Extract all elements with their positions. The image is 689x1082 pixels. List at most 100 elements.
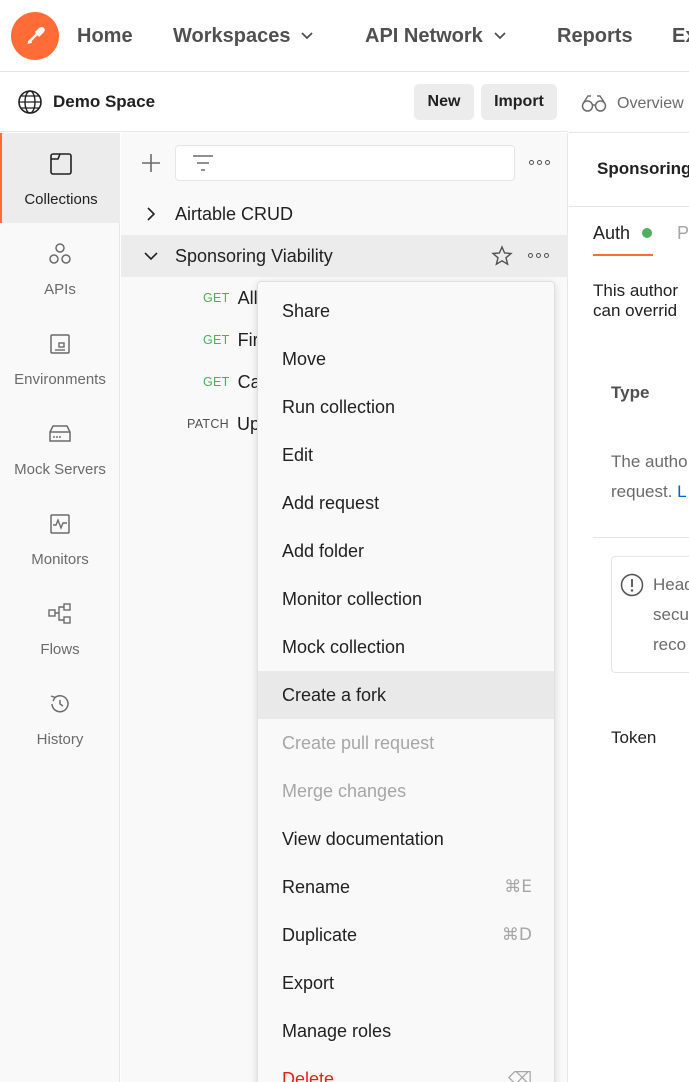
filter-icon: [192, 154, 214, 177]
menu-item-label: Create a fork: [282, 684, 387, 705]
menu-item-mock-collection[interactable]: Mock collection: [258, 623, 554, 671]
menu-item-add-folder[interactable]: Add folder: [258, 527, 554, 575]
star-icon[interactable]: [491, 245, 513, 272]
shortcut-hint: ⌫: [507, 1069, 532, 1082]
left-sidebar: Collections APIs Environments Mock Serve…: [0, 133, 120, 1082]
collection-row-sponsoring-viability[interactable]: Sponsoring Viability: [121, 235, 568, 277]
sidebar-item-label: Environments: [14, 371, 106, 388]
sidebar-item-flows[interactable]: Flows: [0, 583, 120, 673]
add-collection-icon[interactable]: [140, 152, 162, 179]
sidebar-item-monitors[interactable]: Monitors: [0, 493, 120, 583]
sidebar-item-label: Monitors: [31, 551, 89, 568]
nav-api-network[interactable]: API Network: [365, 22, 507, 50]
tab-overview[interactable]: Overview: [569, 72, 689, 133]
nav-api-network-label: API Network: [365, 24, 483, 47]
nav-workspaces-label: Workspaces: [173, 24, 291, 47]
workspace-name: Demo Space: [53, 92, 156, 111]
sidebar-item-label: Collections: [24, 191, 98, 208]
globe-icon: [17, 89, 43, 120]
more-options-icon[interactable]: [528, 253, 549, 258]
request-name: All: [237, 287, 258, 308]
collection-row-airtable-crud[interactable]: Airtable CRUD: [121, 193, 568, 235]
menu-item-merge-changes: Merge changes: [258, 767, 554, 815]
auth-status-dot: [642, 228, 652, 238]
token-label: Token: [611, 728, 657, 747]
sidebar-item-apis[interactable]: APIs: [0, 223, 120, 313]
request-subtabs: Auth P: [569, 206, 689, 256]
warning-line1: Head: [653, 575, 689, 594]
warning-box: Head secu reco: [611, 556, 689, 673]
menu-item-export[interactable]: Export: [258, 959, 554, 1007]
request-row[interactable]: GET All: [203, 277, 258, 319]
type-label: Type: [611, 383, 650, 402]
new-button[interactable]: New: [414, 84, 474, 120]
tab-auth[interactable]: Auth: [593, 223, 630, 244]
nav-reports-label: Reports: [557, 24, 633, 47]
sidebar-item-label: History: [36, 731, 84, 748]
menu-item-label: Rename: [282, 876, 351, 897]
collection-name: Airtable CRUD: [175, 203, 294, 224]
menu-item-label: Create pull request: [282, 732, 435, 753]
history-icon: [47, 691, 73, 717]
menu-item-label: Move: [282, 348, 327, 369]
menu-item-label: Export: [282, 972, 335, 993]
collection-name: Sponsoring Viability: [175, 245, 333, 266]
nav-workspaces[interactable]: Workspaces: [173, 22, 314, 50]
warning-line2: secu: [653, 605, 689, 624]
menu-item-move[interactable]: Move: [258, 335, 554, 383]
menu-item-label: Mock collection: [282, 636, 406, 657]
chevron-down-icon[interactable]: [143, 248, 159, 269]
request-row[interactable]: GET Fir: [203, 319, 259, 361]
menu-item-label: Merge changes: [282, 780, 407, 801]
auth-description-line1: This author: [593, 281, 679, 300]
nav-home[interactable]: Home: [77, 22, 133, 50]
auth-info-text: request.: [611, 482, 673, 501]
tab-pre-request[interactable]: P: [677, 223, 689, 244]
warning-line3: reco: [653, 635, 687, 654]
nav-explore[interactable]: Explore: [672, 22, 689, 50]
request-row[interactable]: PATCH Up: [187, 403, 260, 445]
collections-icon: [48, 151, 74, 177]
menu-item-label: Edit: [282, 444, 314, 465]
menu-item-edit[interactable]: Edit: [258, 431, 554, 479]
menu-item-label: Run collection: [282, 396, 396, 417]
environments-icon: [47, 331, 73, 357]
postman-logo-icon[interactable]: [11, 12, 59, 60]
menu-item-delete[interactable]: Delete ⌫: [258, 1055, 554, 1082]
mock-servers-icon: [47, 421, 73, 447]
nav-reports[interactable]: Reports: [557, 22, 633, 50]
menu-item-create-fork[interactable]: Create a fork: [258, 671, 554, 719]
menu-item-view-documentation[interactable]: View documentation: [258, 815, 554, 863]
sidebar-item-collections[interactable]: Collections: [0, 133, 120, 223]
tab-overview-label: Overview: [617, 95, 684, 112]
collection-context-menu: Share Move Run collection Edit Add reque…: [257, 281, 555, 1082]
menu-item-label: Delete: [282, 1068, 335, 1082]
request-row[interactable]: GET Ca: [203, 361, 261, 403]
request-method: GET: [203, 375, 230, 389]
auth-info-link[interactable]: L: [677, 482, 686, 501]
chevron-right-icon[interactable]: [143, 206, 159, 227]
sidebar-item-environments[interactable]: Environments: [0, 313, 120, 403]
menu-item-label: Monitor collection: [282, 588, 423, 609]
menu-item-label: View documentation: [282, 828, 444, 849]
request-editor-pane: Overview Sponsoring Auth P This author c…: [569, 72, 689, 1082]
menu-item-run-collection[interactable]: Run collection: [258, 383, 554, 431]
auth-info-line2: request. L: [611, 482, 687, 502]
sidebar-item-history[interactable]: History: [0, 673, 120, 763]
binoculars-icon: [581, 93, 607, 118]
more-options-icon[interactable]: [529, 160, 550, 165]
sidebar-item-label: Mock Servers: [14, 461, 106, 478]
menu-item-manage-roles[interactable]: Manage roles: [258, 1007, 554, 1055]
request-name: Fir: [237, 329, 259, 350]
apis-icon: [47, 241, 73, 267]
import-button[interactable]: Import: [481, 84, 557, 120]
sidebar-item-mock-servers[interactable]: Mock Servers: [0, 403, 120, 493]
menu-item-label: Add request: [282, 492, 380, 513]
menu-item-duplicate[interactable]: Duplicate ⌘D: [258, 911, 554, 959]
menu-item-monitor-collection[interactable]: Monitor collection: [258, 575, 554, 623]
menu-item-add-request[interactable]: Add request: [258, 479, 554, 527]
menu-item-rename[interactable]: Rename ⌘E: [258, 863, 554, 911]
sidebar-item-label: Flows: [40, 641, 80, 658]
filter-collections-input[interactable]: [175, 145, 515, 181]
menu-item-share[interactable]: Share: [258, 287, 554, 335]
